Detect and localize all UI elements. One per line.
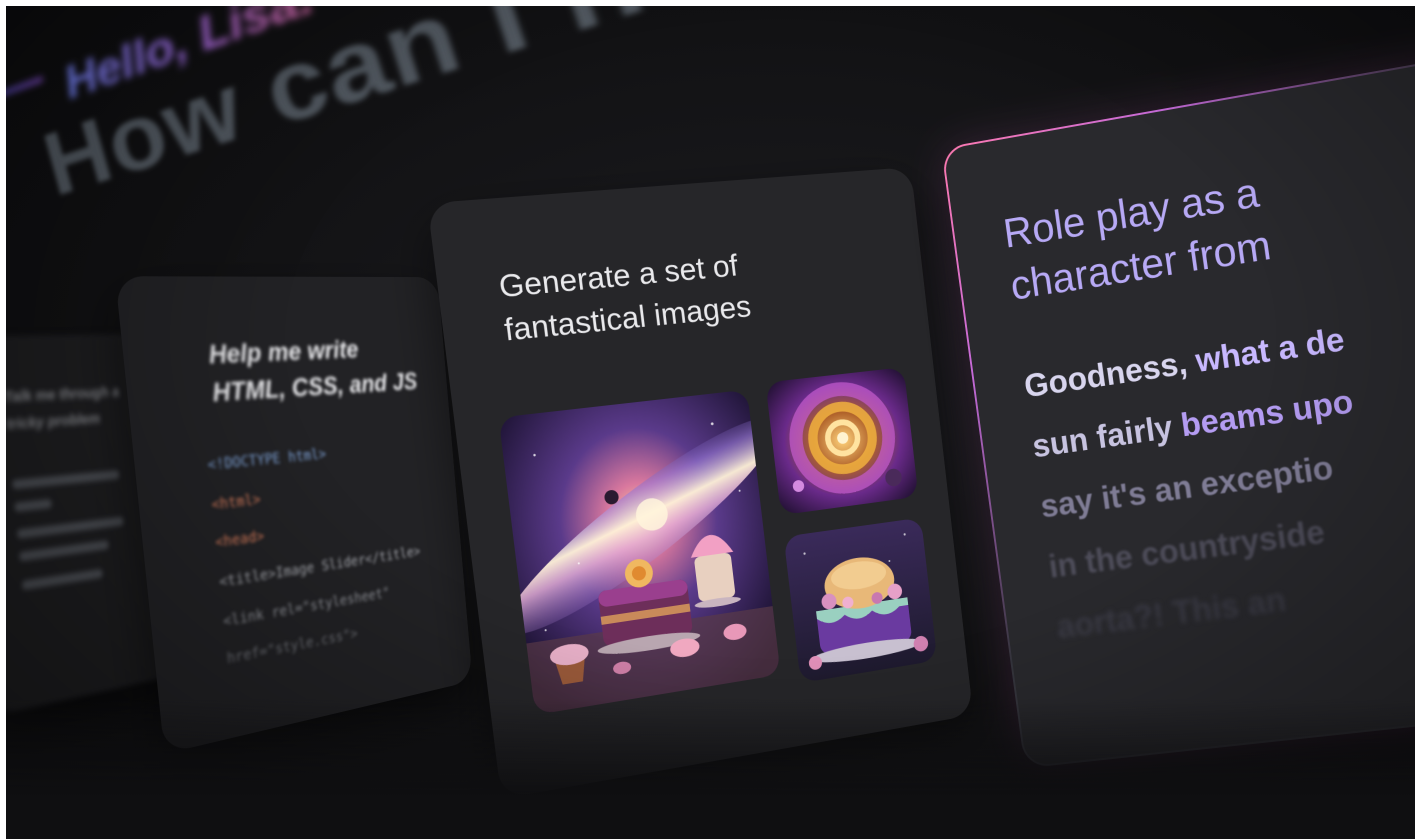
card-problem-title: Talk me through a tricky problem xyxy=(6,383,120,434)
text-line xyxy=(21,568,104,591)
card-code-content: Help me write HTML, CSS, and JS <!DOCTYP… xyxy=(115,276,472,754)
code-line: <head> xyxy=(214,528,265,552)
code-line: href="style.css"> xyxy=(226,625,359,668)
card-roleplay-title: Role play as a character from xyxy=(1000,168,1274,309)
greeting-accent-bar xyxy=(6,75,44,106)
suggestion-card-roleplay[interactable]: Role play as a character from Goodness, … xyxy=(941,54,1415,769)
roleplay-reply-line: in the countryside xyxy=(1047,513,1328,586)
code-line: <link rel="stylesheet" xyxy=(222,585,391,631)
reply-text: sun fairly xyxy=(1030,406,1184,465)
purple-cake-illustration xyxy=(783,517,938,684)
suggestion-card-code[interactable]: Help me write HTML, CSS, and JS <!DOCTYP… xyxy=(115,276,473,754)
text-line xyxy=(14,498,53,513)
reply-text-highlight: what a de xyxy=(1193,320,1347,379)
code-line: <html> xyxy=(210,491,262,514)
app-stage: Hello, Lisa. How can I help you today? T… xyxy=(6,6,1415,839)
reply-text: in the countryside xyxy=(1046,512,1327,585)
screenshot-frame: Hello, Lisa. How can I help you today? T… xyxy=(0,0,1421,839)
suggestion-card-images[interactable]: Generate a set of fantastical images xyxy=(427,167,974,799)
roleplay-reply-line: say it's an exceptio xyxy=(1038,448,1335,525)
reply-text: aorta?! This an xyxy=(1054,580,1289,645)
card-images-title: Generate a set of fantastical images xyxy=(496,247,753,348)
reply-text: Goodness, xyxy=(1022,342,1199,405)
card-code-title: Help me write HTML, CSS, and JS xyxy=(207,335,419,408)
text-line xyxy=(11,469,120,490)
text-line xyxy=(16,516,124,539)
galaxy-cakes-illustration xyxy=(498,389,781,715)
code-line: <title>Image Slider</title> xyxy=(218,543,421,591)
code-line: <!DOCTYPE html> xyxy=(206,446,327,474)
generated-image-cosmic-swirl[interactable] xyxy=(765,367,919,516)
reply-text: say it's an exceptio xyxy=(1038,448,1336,525)
reply-text-highlight: beams upo xyxy=(1178,382,1356,444)
generated-image-purple-cake[interactable] xyxy=(783,517,938,684)
generated-image-galaxy-cakes[interactable] xyxy=(498,389,781,715)
cosmic-swirl-illustration xyxy=(765,367,919,516)
roleplay-reply-line: aorta?! This an xyxy=(1055,581,1289,646)
text-line xyxy=(18,540,110,562)
